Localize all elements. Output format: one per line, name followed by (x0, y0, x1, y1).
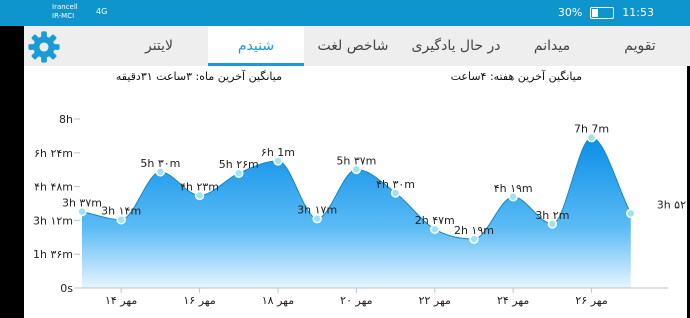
data-label: ۴h ۱۹m (494, 182, 533, 195)
x-tick-label: ۲۲ مهر (419, 294, 451, 307)
data-label: 3h ۵۲ (657, 198, 686, 211)
data-label: 5h ۲۶m (219, 158, 259, 171)
y-tick-label: 3h ۱۲m (33, 214, 73, 227)
x-tick-label: ۱۶ مهر (183, 294, 215, 307)
data-label: 3h ۱۷m (297, 204, 337, 217)
x-tick-label: ۱۸ مهر (262, 294, 294, 307)
y-tick-label: ۶h ۲۴m (34, 147, 73, 160)
data-label: 3h ۲m (535, 209, 569, 222)
data-label: 2h ۴۷m (415, 214, 455, 227)
y-tick-label: 8h (59, 113, 73, 126)
data-label: 2h ۱۹m (454, 224, 494, 237)
data-label: ۴h ۳۰m (376, 178, 415, 191)
data-label: ۴h ۲۳m (180, 180, 219, 193)
data-label: 5h ۳۰m (140, 157, 180, 170)
data-label: 3h ۳۷m (62, 197, 102, 210)
data-label: 7h 7m (574, 123, 609, 136)
x-tick-label: ۲۶ مهر (575, 294, 607, 307)
y-tick-label: ۴h ۴۸m (34, 181, 73, 194)
data-label: 3h ۱۴m (101, 205, 141, 218)
data-label: 5h ۳۷m (336, 154, 376, 167)
data-point (626, 208, 636, 219)
x-tick-label: ۲۴ مهر (497, 294, 529, 307)
y-tick-label: 0s (60, 282, 73, 295)
y-tick-label: 1h ۳۶m (33, 248, 73, 261)
x-tick-label: ۲۰ مهر (340, 294, 372, 307)
data-label: ۶h 1m (261, 146, 295, 159)
x-tick-label: ۱۴ مهر (105, 294, 137, 307)
study-time-chart: 0s 1h ۳۶m 3h ۱۲m ۴h ۴۸m ۶h ۲۴m 8h ۱۴ مهر ۱۶ مهر… (33, 113, 686, 307)
